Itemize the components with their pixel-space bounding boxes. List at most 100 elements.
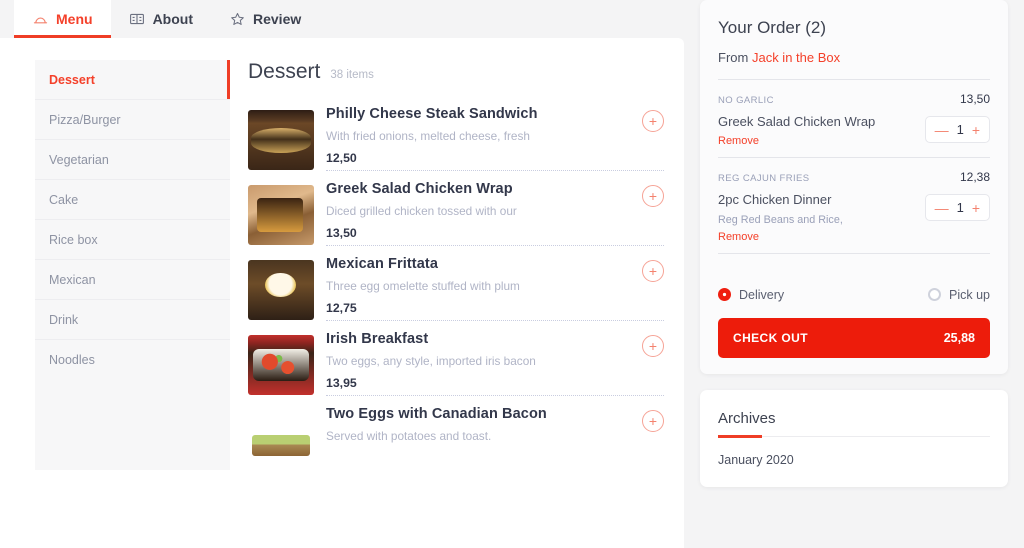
list-item[interactable]: Greek Salad Chicken Wrap Diced grilled c… (248, 170, 664, 245)
archives-underline (718, 434, 990, 438)
remove-item-button[interactable]: Remove (718, 231, 843, 243)
restaurant-link[interactable]: Jack in the Box (752, 50, 840, 65)
radio-pickup-dot (928, 288, 941, 301)
radio-delivery[interactable]: Delivery (718, 288, 784, 302)
increment-button[interactable]: + (972, 201, 980, 215)
category-label: Dessert (49, 72, 95, 87)
increment-button[interactable]: + (972, 123, 980, 137)
order-item-name: Greek Salad Chicken Wrap (718, 114, 876, 129)
list-item[interactable]: Mexican Frittata Three egg omelette stuf… (248, 245, 664, 320)
order-item: NO GARLIC 13,50 Greek Salad Chicken Wrap… (718, 80, 990, 159)
menu-panel: Dessert Pizza/Burger Vegetarian Cake Ric… (0, 38, 684, 548)
add-item-button[interactable]: + (642, 110, 664, 132)
tab-review-label: Review (253, 11, 302, 27)
fulfilment-options: Delivery Pick up (718, 288, 990, 302)
category-label: Cake (49, 192, 79, 207)
order-card: Your Order (2) From Jack in the Box NO G… (700, 0, 1008, 374)
order-item-price: 13,50 (959, 92, 990, 106)
category-label: Mexican (49, 272, 96, 287)
radio-delivery-dot (718, 288, 731, 301)
quantity-stepper[interactable]: — 1 + (924, 116, 990, 143)
checkout-label: CHECK OUT (733, 330, 808, 345)
food-thumbnail (248, 185, 314, 245)
remove-item-button[interactable]: Remove (718, 135, 875, 147)
item-price: 13,50 (326, 226, 357, 240)
tab-about[interactable]: About (111, 0, 211, 38)
main-column: Menu About Review Dessert Pizza/Burger V… (0, 0, 684, 548)
list-item[interactable]: Two Eggs with Canadian Bacon Served with… (248, 395, 664, 470)
radio-delivery-label: Delivery (739, 287, 785, 302)
star-icon (229, 11, 245, 27)
decrement-button[interactable]: — (935, 123, 949, 137)
add-item-button[interactable]: + (642, 260, 664, 282)
page-title: Dessert (248, 60, 321, 83)
sidebar-item-mexican[interactable]: Mexican (35, 260, 230, 300)
menu-list: Dessert 38 items Philly Cheese Steak San… (230, 60, 664, 470)
menu-header: Dessert 38 items (248, 60, 664, 84)
archives-card: Archives January 2020 (700, 389, 1008, 487)
item-price: 12,75 (326, 301, 357, 315)
food-thumbnail (248, 410, 314, 470)
category-label: Drink (49, 312, 79, 327)
category-label: Vegetarian (49, 152, 109, 167)
item-description: Served with potatoes and toast. (326, 429, 492, 443)
item-price: 13,95 (326, 376, 357, 390)
panels-icon (129, 11, 145, 27)
order-item-name: 2pc Chicken Dinner (718, 192, 832, 208)
item-price: 12,50 (326, 151, 357, 165)
order-item-price: 12,38 (959, 170, 990, 185)
sidebar-item-rice-box[interactable]: Rice box (35, 220, 230, 260)
sidebar-item-vegetarian[interactable]: Vegetarian (35, 140, 230, 180)
sidebar-item-cake[interactable]: Cake (35, 180, 230, 220)
item-description: With fried onions, melted cheese, fresh (326, 129, 530, 143)
sidebar-item-pizza-burger[interactable]: Pizza/Burger (35, 100, 230, 140)
order-title: Your Order (2) (718, 18, 827, 37)
item-description: Three egg omelette stuffed with plum (326, 279, 520, 293)
list-item[interactable]: Philly Cheese Steak Sandwich With fried … (248, 96, 664, 170)
category-sidebar: Dessert Pizza/Burger Vegetarian Cake Ric… (35, 60, 230, 470)
sidebar-item-dessert[interactable]: Dessert (35, 60, 230, 100)
tab-bar: Menu About Review (0, 0, 684, 38)
tab-about-label: About (152, 11, 193, 27)
quantity-value: 1 (956, 122, 964, 137)
item-name: Irish Breakfast (326, 331, 429, 347)
from-label: From (718, 50, 749, 65)
add-item-button[interactable]: + (642, 335, 664, 357)
item-name: Two Eggs with Canadian Bacon (326, 406, 547, 422)
item-description: Diced grilled chicken tossed with our (326, 204, 517, 218)
sidebar-item-drink[interactable]: Drink (35, 300, 230, 340)
order-restaurant-line: From Jack in the Box (718, 50, 990, 65)
category-label: Pizza/Burger (49, 112, 121, 127)
decrement-button[interactable]: — (935, 201, 949, 215)
sidebar-item-noodles[interactable]: Noodles (35, 340, 230, 380)
item-count: 38 items (330, 69, 374, 81)
quantity-value: 1 (956, 200, 964, 216)
order-item-option: REG CAJUN FRIES (718, 173, 810, 185)
checkout-total: 25,88 (943, 330, 975, 345)
radio-pickup[interactable]: Pick up (928, 288, 990, 302)
archives-title: Archives (718, 409, 776, 427)
category-label: Noodles (49, 353, 95, 367)
category-label: Rice box (49, 232, 98, 247)
item-description: Two eggs, any style, imported iris bacon (326, 354, 536, 368)
order-item-option: NO GARLIC (718, 95, 774, 106)
checkout-button[interactable]: CHECK OUT 25,88 (718, 317, 990, 358)
tab-menu[interactable]: Menu (14, 0, 111, 38)
item-name: Greek Salad Chicken Wrap (326, 181, 513, 197)
archive-link-january-2020[interactable]: January 2020 (718, 453, 990, 467)
item-name: Philly Cheese Steak Sandwich (326, 106, 538, 122)
radio-pickup-label: Pick up (949, 287, 990, 302)
add-item-button[interactable]: + (642, 185, 664, 207)
food-thumbnail (248, 110, 314, 170)
add-item-button[interactable]: + (642, 410, 664, 432)
list-item[interactable]: Irish Breakfast Two eggs, any style, imp… (248, 320, 664, 395)
food-thumbnail (248, 260, 314, 320)
food-thumbnail (248, 335, 314, 395)
order-item-sub: Reg Red Beans and Rice, (718, 213, 843, 226)
tab-review[interactable]: Review (211, 0, 319, 38)
cloche-icon (32, 11, 48, 27)
order-column: Your Order (2) From Jack in the Box NO G… (700, 0, 1024, 548)
quantity-stepper[interactable]: — 1 + (924, 194, 990, 222)
tab-menu-label: Menu (56, 11, 93, 27)
item-name: Mexican Frittata (326, 256, 438, 272)
